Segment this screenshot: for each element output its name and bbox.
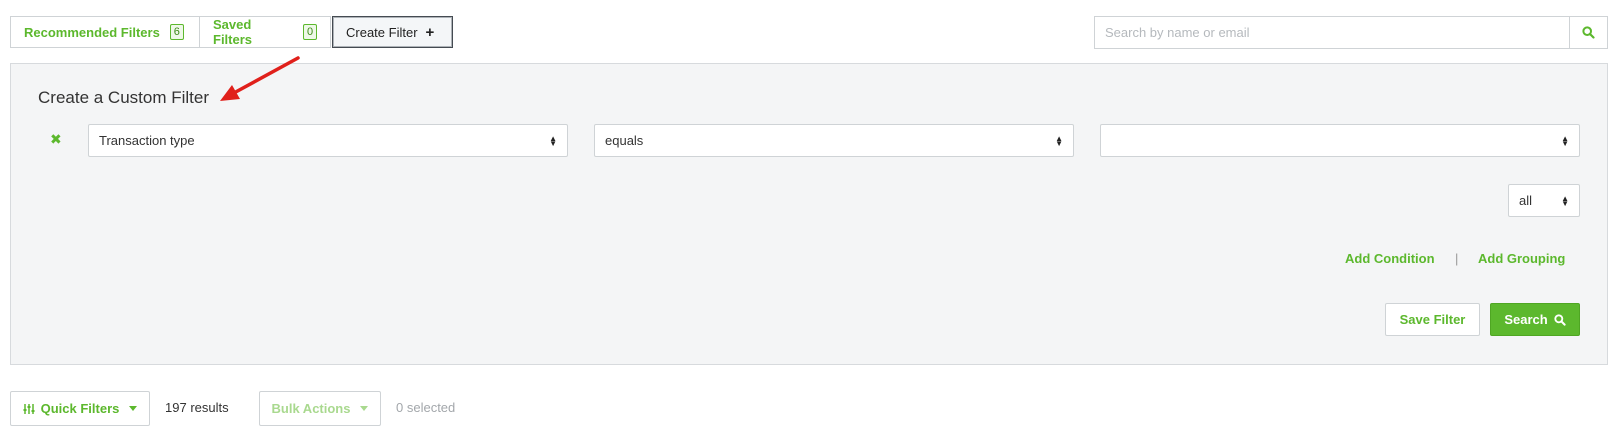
tab-saved-filters[interactable]: Saved Filters 0 <box>199 16 331 48</box>
results-label: results <box>190 400 229 415</box>
select-arrows-icon: ▲ ▼ <box>1561 133 1569 148</box>
search-input[interactable] <box>1094 16 1570 49</box>
remove-condition-icon[interactable]: ✖ <box>50 131 62 148</box>
tab-recommended-filters[interactable]: Recommended Filters 6 <box>10 16 200 48</box>
search-button-label: Search <box>1504 312 1548 327</box>
link-separator: | <box>1455 251 1459 266</box>
panel-title: Create a Custom Filter <box>38 88 209 107</box>
sliders-icon <box>23 403 35 414</box>
tab-label: Recommended Filters <box>24 24 160 40</box>
select-arrows-icon: ▲ ▼ <box>1561 193 1569 208</box>
results-count: 197 results <box>165 400 229 415</box>
operator-select-value: equals <box>605 133 644 148</box>
field-select[interactable]: Transaction type ▲ ▼ <box>88 124 568 157</box>
add-grouping-link[interactable]: Add Grouping <box>1478 251 1565 266</box>
results-number: 197 <box>165 400 187 415</box>
tab-label: Create Filter <box>346 24 418 40</box>
search-icon <box>1554 313 1566 326</box>
match-select-value: all <box>1519 193 1533 208</box>
tab-create-filter[interactable]: Create Filter + <box>332 16 453 48</box>
match-select[interactable]: all ▲ ▼ <box>1508 184 1580 217</box>
chevron-down-icon <box>360 406 369 411</box>
field-select-value: Transaction type <box>99 133 195 148</box>
bulk-actions-label: Bulk Actions <box>271 401 351 416</box>
select-arrows-icon: ▲ ▼ <box>1055 133 1063 148</box>
select-arrows-icon: ▲ ▼ <box>549 133 557 148</box>
value-select[interactable]: ▲ ▼ <box>1100 124 1580 157</box>
add-condition-link[interactable]: Add Condition <box>1345 251 1435 266</box>
save-filter-button[interactable]: Save Filter <box>1385 303 1480 336</box>
quick-filters-label: Quick Filters <box>40 401 120 416</box>
quick-filters-button[interactable]: Quick Filters <box>10 391 150 426</box>
search-icon-button[interactable] <box>1569 16 1608 49</box>
operator-select[interactable]: equals ▲ ▼ <box>594 124 1074 157</box>
count-badge: 6 <box>169 24 184 40</box>
chevron-down-icon <box>129 406 138 411</box>
search-icon <box>1582 26 1595 39</box>
plus-icon: + <box>425 23 435 41</box>
custom-filter-panel <box>10 63 1608 365</box>
count-badge: 0 <box>303 24 317 40</box>
tab-label: Saved Filters <box>213 17 253 47</box>
annotation-arrow-icon <box>220 56 300 101</box>
search-button[interactable]: Search <box>1490 303 1580 336</box>
selected-count: 0 selected <box>396 400 456 415</box>
bulk-actions-button[interactable]: Bulk Actions <box>259 391 381 426</box>
